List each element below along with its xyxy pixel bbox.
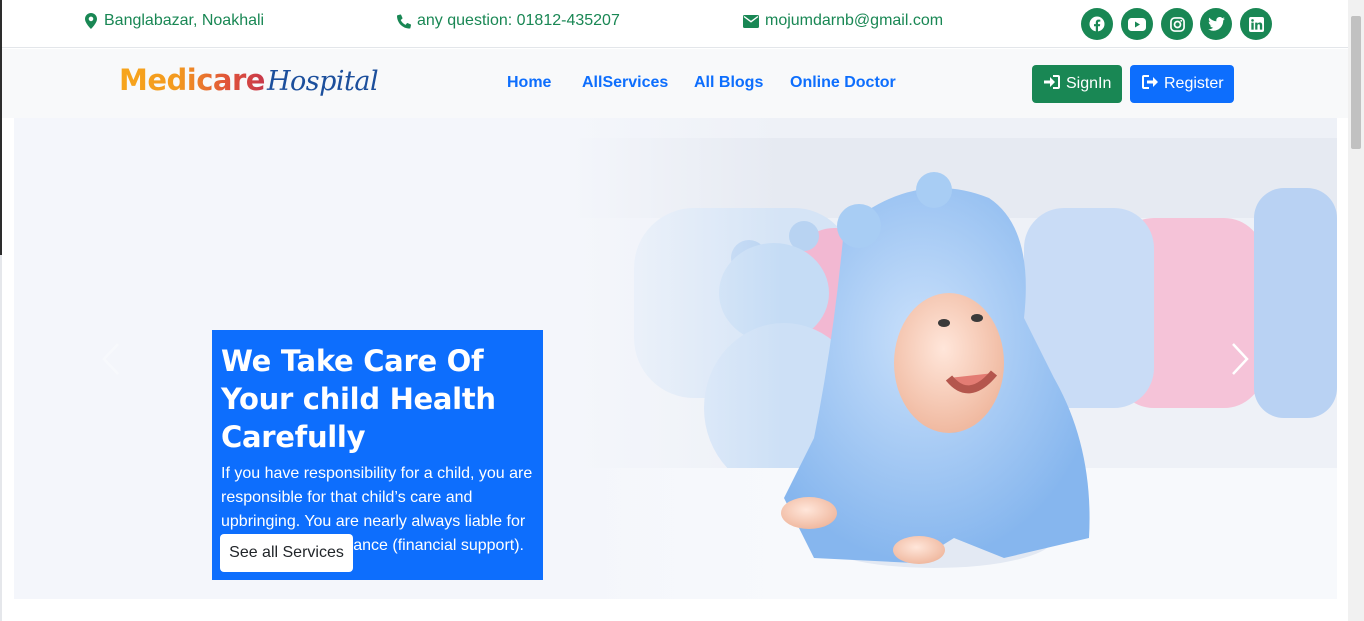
phone-info: any question: 01812-435207 [397,11,620,31]
see-all-services-button[interactable]: See all Services [220,534,353,572]
email-text: mojumdarnb@gmail.com [765,12,944,29]
map-marker-icon [84,13,98,29]
sign-out-icon [1142,74,1158,94]
brand-name-part2: Hospital [266,66,379,97]
navbar: Medicare Hospital Home AllServices All B… [2,49,1348,118]
signin-button[interactable]: SignIn [1032,65,1122,103]
nav-online-doctor[interactable]: Online Doctor [790,74,896,92]
nav-home[interactable]: Home [507,74,551,92]
carousel-next-chevron-icon[interactable] [1227,342,1251,376]
sign-in-icon [1044,74,1060,94]
facebook-icon[interactable] [1081,8,1113,40]
top-info-bar: Banglabazar, Noakhali any question: 0181… [2,0,1348,48]
carousel-prev-chevron-icon[interactable] [100,342,124,376]
register-button[interactable]: Register [1130,65,1234,103]
hero-carousel: We Take Care Of Your child Health Carefu… [14,118,1337,599]
brand-name-part1: Medicare [119,63,265,97]
hero-title: We Take Care Of Your child Health Carefu… [221,344,496,454]
phone-text: any question: 01812-435207 [417,12,620,29]
envelope-icon [743,13,759,29]
scrollbar-thumb[interactable] [1351,16,1361,149]
hero-caption: We Take Care Of Your child Health Carefu… [212,330,543,580]
phone-icon [397,13,411,29]
page: Banglabazar, Noakhali any question: 0181… [0,0,1364,621]
instagram-icon[interactable] [1161,8,1193,40]
brand-logo[interactable]: Medicare Hospital [119,63,379,103]
signin-label: SignIn [1066,75,1112,92]
register-label: Register [1164,75,1224,92]
youtube-icon[interactable] [1121,8,1153,40]
twitter-icon[interactable] [1200,8,1232,40]
nav-all-services[interactable]: AllServices [582,74,668,92]
email-info: mojumdarnb@gmail.com [743,11,943,31]
address-info: Banglabazar, Noakhali [84,11,264,31]
address-text: Banglabazar, Noakhali [104,12,265,29]
nav-all-blogs[interactable]: All Blogs [694,74,763,92]
linkedin-icon[interactable] [1240,8,1272,40]
